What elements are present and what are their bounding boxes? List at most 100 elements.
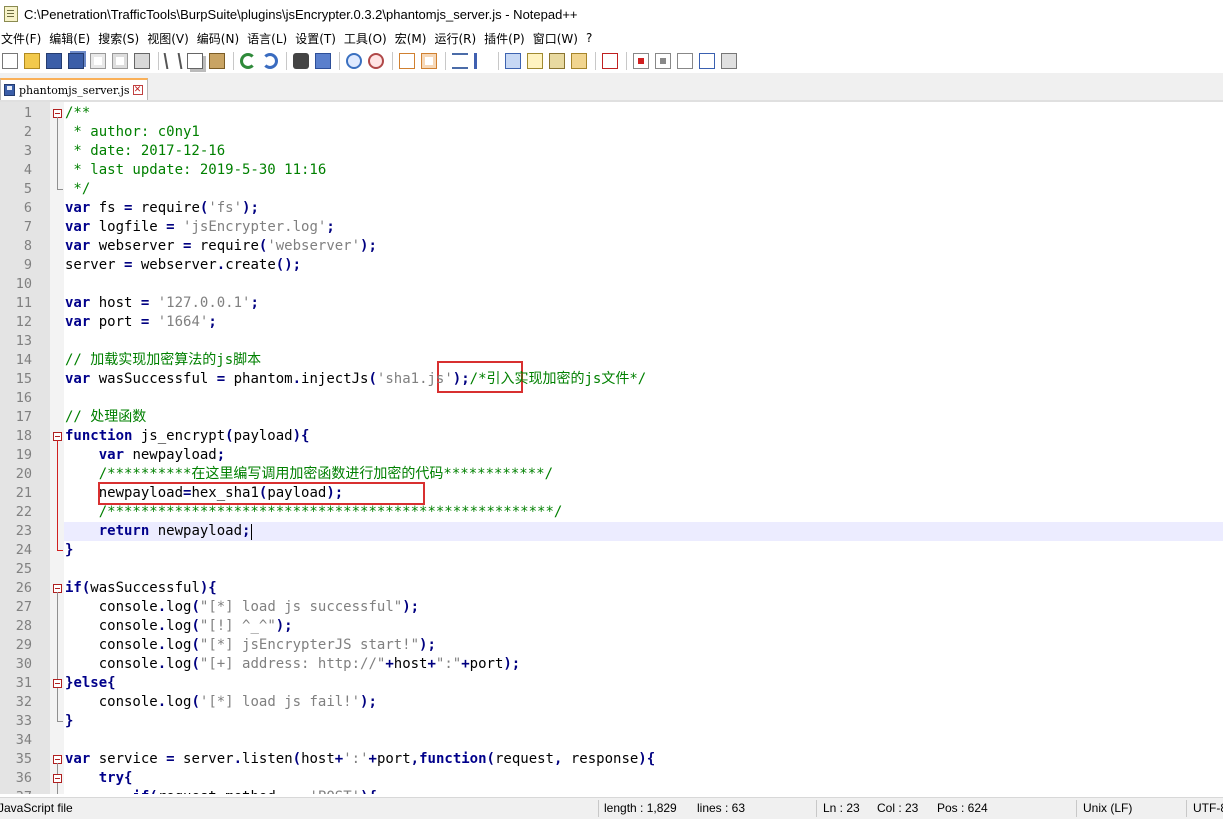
tab-close-icon[interactable]: ✕ [132,85,143,95]
code-line[interactable]: 4 * last update: 2019-5-30 11:16 [0,161,1223,180]
code-text[interactable]: // 处理函数 [65,408,146,427]
save-macro-icon[interactable] [721,52,737,69]
code-line[interactable]: 31}else{ [0,674,1223,693]
code-line[interactable]: 6 var fs = require('fs'); [0,199,1223,218]
code-line[interactable]: 34 [0,731,1223,750]
code-line[interactable]: 26 if(wasSuccessful){ [0,579,1223,598]
menu-item[interactable]: 编辑(E) [48,30,97,47]
undo-icon[interactable] [240,52,256,69]
cut-icon[interactable] [163,52,183,69]
code-line[interactable]: 36 try{ [0,769,1223,788]
save-all-icon[interactable] [68,52,84,69]
code-line[interactable]: 25 [0,560,1223,579]
code-text[interactable]: /**********在这里编写调用加密函数进行加密的代码***********… [65,465,553,484]
code-text[interactable]: console.log("[+] address: http://"+host+… [65,655,521,674]
code-line[interactable]: 21 newpayload=hex_sha1(payload); [0,484,1223,503]
code-line[interactable]: 28 console.log("[!] ^_^"); [0,617,1223,636]
print-icon[interactable] [134,52,150,69]
code-line[interactable]: 9 server = webserver.create(); [0,256,1223,275]
code-text[interactable]: var newpayload; [65,446,225,465]
code-line[interactable]: 30 console.log("[+] address: http://"+ho… [0,655,1223,674]
show-all-chars-icon[interactable] [474,52,490,69]
sync-horizontal-icon[interactable] [421,52,437,69]
code-text[interactable]: var webserver = require('webserver'); [65,237,377,256]
code-text[interactable]: var port = '1664'; [65,313,217,332]
code-line[interactable]: 5 */ [0,180,1223,199]
status-encoding[interactable]: UTF-8 [1193,801,1223,815]
code-line[interactable]: 27 console.log("[*] load js successful")… [0,598,1223,617]
code-line[interactable]: 20 /**********在这里编写调用加密函数进行加密的代码********… [0,465,1223,484]
sync-vertical-icon[interactable] [399,52,415,69]
redo-icon[interactable] [262,52,278,69]
run-macro-multiple-icon[interactable] [699,52,715,69]
code-text[interactable]: try{ [65,769,133,788]
code-line[interactable]: 24} [0,541,1223,560]
code-line[interactable]: 10 [0,275,1223,294]
code-text[interactable]: console.log("[*] load js successful"); [65,598,419,617]
code-text[interactable]: newpayload=hex_sha1(payload); [65,484,344,503]
menu-item[interactable]: 设置(T) [294,30,343,47]
code-text[interactable]: if(request.method == 'POST'){ [65,788,377,794]
stop-macro-icon[interactable] [655,52,671,69]
menu-item[interactable]: 窗口(W) [532,30,585,47]
code-line[interactable]: 23 return newpayload; [0,522,1223,541]
code-line[interactable]: 13 [0,332,1223,351]
play-macro-icon[interactable] [677,52,693,69]
code-text[interactable]: }else{ [65,674,116,693]
menu-item[interactable]: 搜索(S) [97,30,146,47]
code-line[interactable]: 14 // 加载实现加密算法的js脚本 [0,351,1223,370]
menu-item[interactable]: 语言(L) [246,30,294,47]
code-text[interactable]: console.log('[*] load js fail!'); [65,693,377,712]
code-text[interactable]: function js_encrypt(payload){ [65,427,309,446]
code-text[interactable]: /** [65,104,90,123]
code-text[interactable]: } [65,541,73,560]
indent-guide-icon[interactable] [505,52,521,69]
code-text[interactable]: return newpayload; [65,522,251,541]
close-all-icon[interactable] [112,52,128,69]
replace-icon[interactable] [315,52,331,69]
code-line[interactable]: 37 if(request.method == 'POST'){ [0,788,1223,794]
new-file-icon[interactable] [2,52,18,69]
code-text[interactable]: * date: 2017-12-16 [65,142,225,161]
zoom-out-icon[interactable] [368,52,384,69]
code-text[interactable]: var logfile = 'jsEncrypter.log'; [65,218,335,237]
menu-item[interactable]: 视图(V) [146,30,196,47]
tab-phantomjs-server[interactable]: phantomjs_server.js ✕ [0,78,148,100]
paste-icon[interactable] [209,52,225,69]
code-text[interactable]: console.log("[!] ^_^"); [65,617,293,636]
menu-item[interactable]: 工具(O) [343,30,394,47]
code-editor[interactable]: 1/** 2 * author: c0ny1 3 * date: 2017-12-1… [0,102,1223,794]
save-icon[interactable] [46,52,62,69]
code-line[interactable]: 18 function js_encrypt(payload){ [0,427,1223,446]
zoom-in-icon[interactable] [346,52,362,69]
code-line[interactable]: 22 /************************************… [0,503,1223,522]
code-line[interactable]: 19 var newpayload; [0,446,1223,465]
menu-item[interactable]: 宏(M) [394,30,434,47]
folder-workspace-icon[interactable] [571,52,587,69]
code-line[interactable]: 32 console.log('[*] load js fail!'); [0,693,1223,712]
monitoring-icon[interactable] [602,52,618,69]
menu-item[interactable]: 编码(N) [196,30,246,47]
code-text[interactable]: // 加载实现加密算法的js脚本 [65,351,261,370]
open-file-icon[interactable] [24,52,40,69]
code-line[interactable]: 11 var host = '127.0.0.1'; [0,294,1223,313]
code-text[interactable]: * author: c0ny1 [65,123,199,142]
code-text[interactable]: console.log("[*] jsEncrypterJS start!"); [65,636,436,655]
menu-item[interactable]: ? [585,31,599,45]
fold-toggle-icon[interactable] [53,774,62,783]
status-eol[interactable]: Unix (LF) [1083,801,1132,815]
copy-icon[interactable] [187,52,203,69]
code-line[interactable]: 16 [0,389,1223,408]
code-text[interactable]: server = webserver.create(); [65,256,301,275]
menu-item[interactable]: 运行(R) [433,30,483,47]
code-text[interactable]: if(wasSuccessful){ [65,579,217,598]
code-line[interactable]: 3 * date: 2017-12-16 [0,142,1223,161]
code-line[interactable]: 8 var webserver = require('webserver'); [0,237,1223,256]
find-icon[interactable] [293,52,309,69]
menu-item[interactable]: 文件(F) [0,30,48,47]
code-line[interactable]: 29 console.log("[*] jsEncrypterJS start!… [0,636,1223,655]
code-text[interactable]: var host = '127.0.0.1'; [65,294,259,313]
code-line[interactable]: 17 // 处理函数 [0,408,1223,427]
record-macro-icon[interactable] [633,52,649,69]
code-text[interactable]: /***************************************… [65,503,563,522]
